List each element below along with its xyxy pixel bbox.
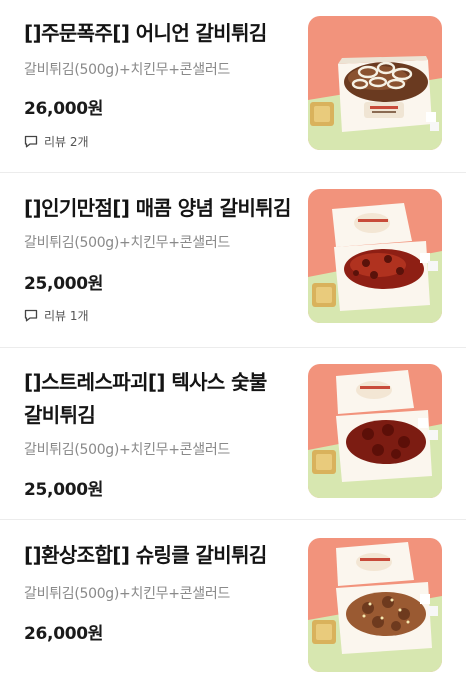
menu-item-description: 갈비튀김(500g)+치킨무+콘샐러드 bbox=[24, 586, 230, 602]
menu-item-description: 갈비튀김(500g)+치킨무+콘샐러드 bbox=[24, 235, 230, 251]
review-count[interactable]: 리뷰 2개 bbox=[24, 133, 89, 150]
menu-item-name-line2: 갈비튀김 bbox=[24, 403, 96, 427]
menu-item-description: 갈비튀김(500g)+치킨무+콘샐러드 bbox=[24, 62, 230, 78]
menu-item-description: 갈비튀김(500g)+치킨무+콘샐러드 bbox=[24, 442, 230, 458]
menu-item-price: 25,000원 bbox=[24, 274, 104, 294]
review-label: 리뷰 2개 bbox=[44, 135, 89, 149]
speech-bubble-icon bbox=[24, 135, 38, 148]
menu-item-texas[interactable]: []스트레스파괴[] 텍사스 숯불 갈비튀김 갈비튀김(500g)+치킨무+콘샐… bbox=[0, 348, 466, 520]
menu-item-name: []스트레스파괴[] 텍사스 숯불 갈비튀김 bbox=[24, 366, 267, 432]
menu-item-photo[interactable] bbox=[308, 538, 442, 672]
menu-item-spicy[interactable]: []인기만점[] 매콤 양념 갈비튀김 갈비튀김(500g)+치킨무+콘샐러드 … bbox=[0, 173, 466, 348]
menu-item-photo[interactable] bbox=[308, 189, 442, 323]
menu-item-name: []인기만점[] 매콤 양념 갈비튀김 bbox=[24, 196, 291, 220]
speech-bubble-icon bbox=[24, 309, 38, 322]
review-label: 리뷰 1개 bbox=[44, 309, 89, 323]
review-count[interactable]: 리뷰 1개 bbox=[24, 307, 89, 324]
menu-item-price: 25,000원 bbox=[24, 480, 104, 500]
menu-item-price: 26,000원 bbox=[24, 99, 104, 119]
menu-item-onion[interactable]: []주문폭주[] 어니언 갈비튀김 갈비튀김(500g)+치킨무+콘샐러드 26… bbox=[0, 0, 466, 173]
menu-item-sprinkle[interactable]: []환상조합[] 슈링클 갈비튀김 갈비튀김(500g)+치킨무+콘샐러드 26… bbox=[0, 520, 466, 687]
menu-item-price: 26,000원 bbox=[24, 624, 104, 644]
menu-item-name: []주문폭주[] 어니언 갈비튀김 bbox=[24, 21, 267, 45]
menu-item-name-line1: []스트레스파괴[] 텍사스 숯불 bbox=[24, 370, 267, 394]
menu-list: []주문폭주[] 어니언 갈비튀김 갈비튀김(500g)+치킨무+콘샐러드 26… bbox=[0, 0, 466, 687]
menu-item-photo[interactable] bbox=[308, 16, 442, 150]
menu-item-photo[interactable] bbox=[308, 364, 442, 498]
menu-item-name: []환상조합[] 슈링클 갈비튀김 bbox=[24, 543, 267, 567]
